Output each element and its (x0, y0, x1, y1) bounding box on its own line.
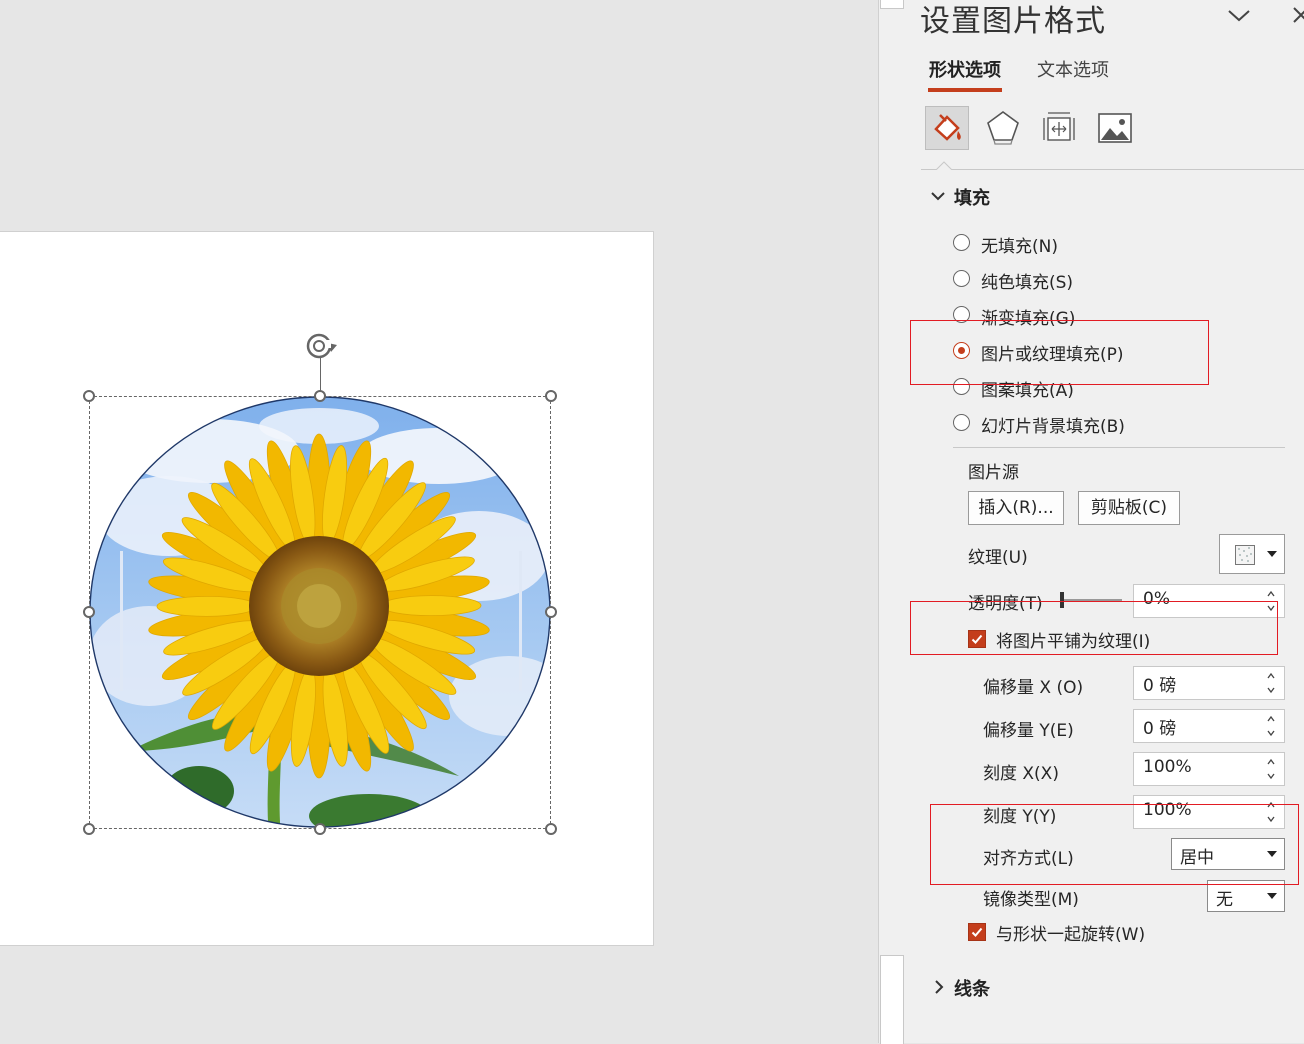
texture-swatch-icon (1235, 545, 1255, 565)
fill-line-tab[interactable] (925, 106, 969, 150)
offset-y-value: 0 磅 (1143, 719, 1177, 739)
close-icon[interactable] (1292, 6, 1304, 24)
size-properties-icon (1043, 112, 1075, 141)
effects-pentagon-icon (987, 111, 1019, 145)
resize-handle-bottom-left[interactable] (83, 823, 95, 835)
annotation-box-alignment (930, 804, 1299, 885)
section-separator (953, 447, 1285, 448)
chevron-right-icon[interactable] (932, 979, 946, 995)
radio-button[interactable] (953, 414, 970, 431)
checkmark-icon (971, 927, 983, 937)
offset-x-label: 偏移量 X (O) (983, 678, 1084, 698)
active-tab-pointer (936, 161, 952, 170)
scale-x-spinner[interactable]: 100% (1133, 752, 1285, 786)
resize-handle-right[interactable] (545, 606, 557, 618)
offset-y-label: 偏移量 Y(E) (983, 721, 1074, 741)
scrollbar-top-cap[interactable] (880, 0, 904, 9)
line-section-title[interactable]: 线条 (954, 975, 990, 1001)
icon-tab-divider (921, 169, 1304, 170)
picture-icon (1098, 113, 1132, 143)
radio-button[interactable] (953, 234, 970, 251)
spinner-arrows-icon[interactable] (1266, 713, 1276, 739)
pane-title: 设置图片格式 (920, 4, 1106, 39)
offset-x-value: 0 磅 (1143, 676, 1177, 696)
tab-text-options[interactable]: 文本选项 (1037, 56, 1109, 82)
rotate-with-shape-label: 与形状一起旋转(W) (996, 925, 1146, 945)
resize-handle-top[interactable] (314, 390, 326, 402)
mirror-type-value: 无 (1216, 890, 1233, 910)
scrollbar-thumb[interactable] (880, 955, 904, 1044)
mirror-type-label: 镜像类型(M) (983, 890, 1079, 910)
radio-label: 幻灯片背景填充(B) (981, 417, 1125, 437)
chevron-down-icon[interactable] (930, 189, 946, 203)
scale-x-label: 刻度 X(X) (983, 764, 1059, 784)
insert-button[interactable]: 插入(R)... (968, 491, 1064, 525)
resize-handle-bottom[interactable] (314, 823, 326, 835)
size-properties-tab[interactable] (1037, 106, 1081, 150)
resize-handle-left[interactable] (83, 606, 95, 618)
chevron-down-icon[interactable] (1226, 6, 1252, 24)
radio-button[interactable] (953, 270, 970, 287)
picture-source-label: 图片源 (968, 463, 1019, 483)
effects-tab[interactable] (981, 106, 1025, 150)
spinner-arrows-icon[interactable] (1266, 756, 1276, 782)
dropdown-arrow-icon (1267, 551, 1277, 557)
dropdown-arrow-icon (1267, 893, 1277, 899)
active-tab-underline (928, 88, 1002, 92)
radio-label: 无填充(N) (981, 237, 1058, 257)
rotate-with-shape-checkbox[interactable] (968, 923, 986, 941)
rotate-handle-icon[interactable] (304, 331, 338, 361)
scale-x-value: 100% (1143, 757, 1192, 777)
fill-section-title[interactable]: 填充 (954, 184, 990, 210)
annotation-box-picture-fill (910, 320, 1209, 385)
fill-line-icon (934, 114, 961, 141)
spinner-arrows-icon[interactable] (1266, 670, 1276, 696)
radio-label: 纯色填充(S) (981, 273, 1074, 293)
selection-box (89, 396, 551, 829)
picture-tab[interactable] (1093, 106, 1137, 150)
texture-label: 纹理(U) (968, 548, 1028, 568)
resize-handle-bottom-right[interactable] (545, 823, 557, 835)
annotation-box-tile (910, 601, 1278, 655)
resize-handle-top-left[interactable] (83, 390, 95, 402)
resize-handle-top-right[interactable] (545, 390, 557, 402)
offset-y-spinner[interactable]: 0 磅 (1133, 709, 1285, 743)
texture-picker[interactable] (1219, 534, 1285, 574)
tab-shape-options[interactable]: 形状选项 (929, 56, 1001, 82)
offset-x-spinner[interactable]: 0 磅 (1133, 666, 1285, 700)
clipboard-button[interactable]: 剪贴板(C) (1078, 491, 1180, 525)
vertical-scrollbar[interactable] (878, 0, 905, 1043)
